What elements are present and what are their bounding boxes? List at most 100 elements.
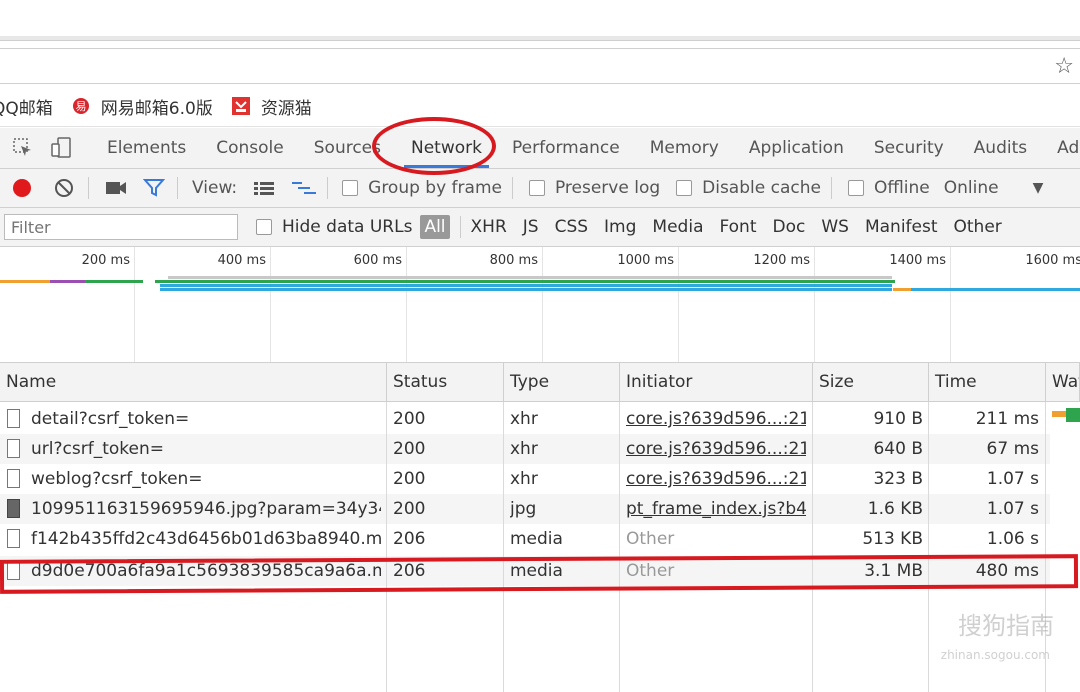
large-rows-icon[interactable]: [253, 180, 275, 196]
request-type: xhr: [510, 409, 538, 429]
request-name: url?csrf_token=: [31, 439, 164, 459]
filter-doc[interactable]: Doc: [765, 217, 814, 237]
filter-xhr[interactable]: XHR: [463, 217, 515, 237]
bookmark-star-icon[interactable]: ☆: [1054, 54, 1074, 79]
filter-media[interactable]: Media: [644, 217, 711, 237]
chevron-down-icon[interactable]: ▼: [1033, 180, 1044, 196]
bookmark-ziyuanmao[interactable]: 资源猫: [231, 94, 312, 119]
column-header-size[interactable]: Size: [813, 363, 929, 402]
column-divider: [386, 402, 387, 692]
record-icon[interactable]: [12, 178, 32, 198]
tab-application[interactable]: Application: [734, 128, 859, 168]
tab-performance[interactable]: Performance: [497, 128, 635, 168]
tab-security[interactable]: Security: [859, 128, 959, 168]
show-overview-icon[interactable]: [291, 180, 317, 196]
column-header-status[interactable]: Status: [387, 363, 504, 402]
request-status: 206: [393, 529, 426, 549]
device-toolbar-icon[interactable]: [50, 137, 72, 159]
overview-bar: [168, 276, 892, 279]
checkbox[interactable]: [676, 180, 693, 196]
preserve-log-checkbox[interactable]: Preserve log: [528, 178, 661, 198]
request-size: 910 B: [873, 409, 923, 429]
overview-bar: [160, 284, 892, 287]
filter-input[interactable]: [4, 214, 238, 240]
request-initiator-link[interactable]: core.js?639d596...:21: [626, 404, 806, 434]
request-initiator: Other: [626, 529, 675, 549]
overview-bar: [160, 288, 892, 291]
tab-audits[interactable]: Audits: [959, 128, 1042, 168]
tab-console[interactable]: Console: [201, 128, 299, 168]
column-header-type[interactable]: Type: [504, 363, 620, 402]
filter-manifest[interactable]: Manifest: [857, 217, 946, 237]
request-time: 211 ms: [975, 409, 1039, 429]
overview-bar: [50, 280, 85, 283]
filter-ws[interactable]: WS: [813, 217, 857, 237]
hide-data-urls-checkbox[interactable]: Hide data URLs: [256, 217, 412, 237]
overview-bar: [0, 280, 50, 283]
tab-adblock[interactable]: AdBlock: [1042, 128, 1080, 168]
toolbar-divider: [830, 177, 832, 199]
checkbox[interactable]: [847, 180, 864, 196]
checkbox[interactable]: [342, 180, 359, 196]
column-header-waterfall[interactable]: Waterfall: [1046, 363, 1080, 402]
table-row[interactable]: url?csrf_token= 200 xhr core.js?639d596.…: [0, 434, 1050, 464]
toolbar-divider: [327, 177, 329, 199]
filter-other[interactable]: Other: [946, 217, 1010, 237]
address-bar[interactable]: [0, 48, 1080, 84]
column-header-initiator[interactable]: Initiator: [620, 363, 813, 402]
offline-checkbox[interactable]: Offline: [847, 178, 930, 198]
network-overview[interactable]: 200 ms 400 ms 600 ms 800 ms 1000 ms 1200…: [0, 247, 1080, 363]
filter-font[interactable]: Font: [711, 217, 764, 237]
filter-bar: Hide data URLs All XHR JS CSS Img Media …: [0, 208, 1080, 247]
table-row[interactable]: 109951163159695946.jpg?param=34y34 200 j…: [0, 494, 1050, 524]
request-initiator-link[interactable]: pt_frame_index.js?b4...: [626, 494, 806, 524]
ziyuanmao-icon: [231, 96, 251, 116]
request-initiator-link[interactable]: core.js?639d596...:21: [626, 464, 806, 494]
table-row[interactable]: f142b435ffd2c43d6456b01d63ba8940.mp3 206…: [0, 524, 1050, 554]
toolbar-divider: [511, 177, 513, 199]
checkbox-label: Preserve log: [554, 178, 661, 198]
overview-bar: [893, 288, 911, 291]
throttling-select[interactable]: Online: [944, 178, 999, 198]
tab-elements[interactable]: Elements: [92, 128, 201, 168]
filter-all[interactable]: All: [420, 215, 450, 239]
bookmarks-bar: QQ邮箱 易 网易邮箱6.0版 资源猫: [0, 86, 1080, 127]
bookmark-label: QQ邮箱: [0, 98, 53, 119]
disable-cache-checkbox[interactable]: Disable cache: [676, 178, 821, 198]
request-initiator-link[interactable]: core.js?639d596...:21: [626, 434, 806, 464]
overview-tick-label: 200 ms: [81, 253, 130, 268]
column-divider: [619, 402, 620, 692]
group-by-frame-checkbox[interactable]: Group by frame: [342, 178, 502, 198]
checkbox-label: Hide data URLs: [282, 217, 413, 237]
browser-tabstrip: [0, 0, 1080, 36]
inspect-element-icon[interactable]: [12, 137, 34, 159]
filter-js[interactable]: JS: [515, 217, 547, 237]
filter-img[interactable]: Img: [596, 217, 644, 237]
table-row[interactable]: weblog?csrf_token= 200 xhr core.js?639d5…: [0, 464, 1050, 494]
overview-tick-label: 1000 ms: [617, 253, 674, 268]
column-header-name[interactable]: Name: [0, 363, 387, 402]
bookmark-qq-mail[interactable]: QQ邮箱: [0, 94, 53, 119]
checkbox-label: Disable cache: [702, 178, 821, 198]
overview-bar: [911, 288, 1080, 291]
filter-funnel-icon[interactable]: [142, 178, 166, 198]
filter-css[interactable]: CSS: [547, 217, 596, 237]
column-header-time[interactable]: Time: [929, 363, 1046, 402]
capture-screenshots-icon[interactable]: [105, 180, 127, 196]
overview-tick-label: 1200 ms: [753, 253, 810, 268]
checkbox[interactable]: [528, 180, 545, 196]
request-status: 200: [393, 469, 426, 489]
request-name: 109951163159695946.jpg?param=34y34: [31, 499, 381, 519]
table-row[interactable]: detail?csrf_token= 200 xhr core.js?639d5…: [0, 404, 1050, 434]
bookmark-netease-mail[interactable]: 易 网易邮箱6.0版: [71, 94, 213, 119]
devtools-tabbar: Elements Console Sources Network Perform…: [0, 128, 1080, 169]
overview-gridline: [270, 247, 271, 362]
clear-icon[interactable]: [54, 178, 74, 198]
view-label: View:: [192, 178, 238, 198]
request-status: 200: [393, 499, 426, 519]
checkbox[interactable]: [256, 219, 272, 235]
tab-memory[interactable]: Memory: [635, 128, 734, 168]
request-time: 67 ms: [986, 439, 1039, 459]
toolbar-divider: [88, 177, 89, 199]
request-name: detail?csrf_token=: [31, 409, 190, 429]
